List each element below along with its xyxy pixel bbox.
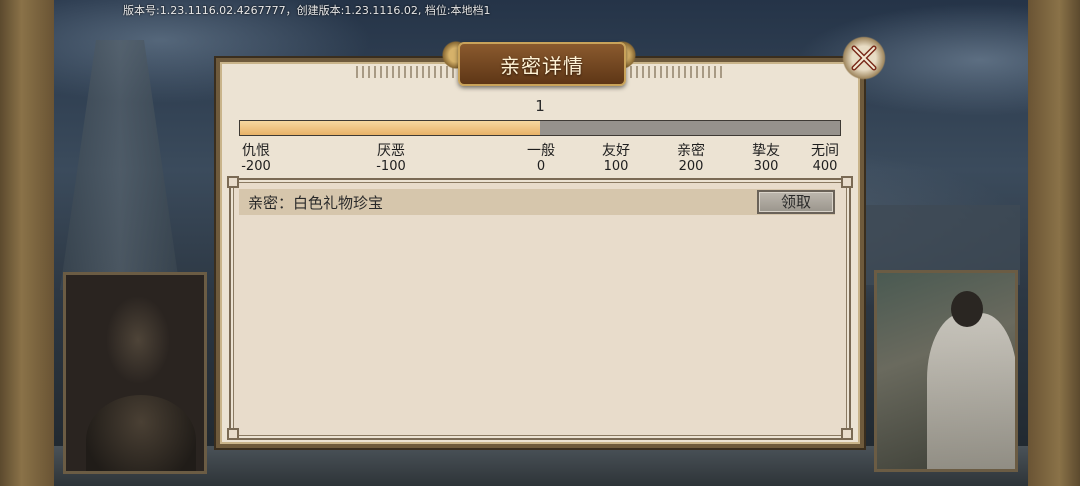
intimacy-progress-bar xyxy=(239,120,841,136)
tier-value: -100 xyxy=(376,159,406,174)
reward-label: 亲密：白色礼物珍宝 xyxy=(248,194,384,212)
panel-corner xyxy=(227,176,239,188)
tier-value: 0 xyxy=(536,159,546,174)
panel-corner xyxy=(841,176,853,188)
tier-dislike: 厌恶 -100 xyxy=(376,143,406,175)
panel-corner xyxy=(227,428,239,440)
tier-value: 100 xyxy=(603,159,629,174)
tier-name: 挚友 xyxy=(752,143,780,159)
close-icon xyxy=(851,45,877,71)
tier-name: 厌恶 xyxy=(376,143,405,159)
tier-name: 仇恨 xyxy=(241,143,270,159)
tier-neutral: 一般 0 xyxy=(527,143,555,175)
rewards-panel[interactable] xyxy=(229,178,851,440)
tier-hatred: 仇恨 -200 xyxy=(241,143,271,175)
dialog-title: 亲密详情 xyxy=(500,53,584,78)
tier-intimate: 亲密 200 xyxy=(677,143,705,175)
panel-corner xyxy=(841,428,853,440)
right-frame xyxy=(1028,0,1080,486)
right-character-portrait xyxy=(874,270,1018,472)
right-character-head xyxy=(951,291,983,327)
right-character-robe xyxy=(927,313,1015,469)
tier-value: 400 xyxy=(812,159,838,174)
version-info: 版本号:1.23.1116.02.4267777，创建版本:1.23.1116.… xyxy=(123,4,491,17)
tier-name: 友好 xyxy=(602,143,630,159)
dialog-title-plaque: 亲密详情 xyxy=(458,42,626,86)
tier-name: 无间 xyxy=(811,143,839,159)
tier-value: 300 xyxy=(753,159,779,174)
tier-name: 一般 xyxy=(527,143,555,159)
tier-value: 200 xyxy=(678,159,704,174)
left-frame xyxy=(0,0,54,486)
tier-name: 亲密 xyxy=(677,143,705,159)
intimacy-level: 1 xyxy=(535,97,545,115)
intimacy-progress-fill xyxy=(240,121,540,135)
claim-button[interactable]: 领取 xyxy=(757,190,835,214)
left-character-figure xyxy=(86,395,196,471)
close-button[interactable] xyxy=(840,34,888,82)
tier-best-friend: 挚友 300 xyxy=(752,143,780,175)
tier-friendly: 友好 100 xyxy=(602,143,630,175)
tier-inseparable: 无间 400 xyxy=(811,143,839,175)
tier-value: -200 xyxy=(241,159,271,174)
left-character-portrait xyxy=(63,272,207,474)
